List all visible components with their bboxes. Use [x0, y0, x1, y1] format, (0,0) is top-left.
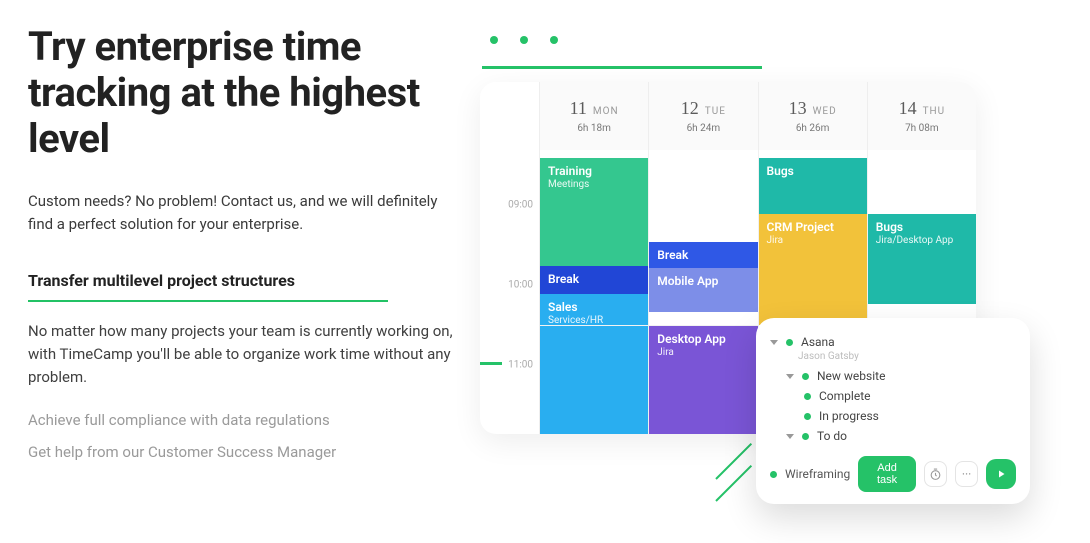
day-name: TUE [705, 106, 726, 117]
day-name: WED [813, 106, 837, 117]
event-title: CRM Project [767, 220, 859, 235]
tree-project[interactable]: Asana [770, 332, 1016, 352]
day-number: 13 [789, 98, 807, 119]
group-label: New website [817, 369, 885, 383]
event-title: Break [548, 272, 640, 287]
time-gutter: 09:00 10:00 11:00 [480, 150, 540, 434]
event-mobile-app[interactable]: Mobile App [649, 268, 757, 312]
calendar-column-tue: Break Mobile App Desktop App Jira [649, 150, 758, 434]
feature-active-description: No matter how many projects your team is… [28, 320, 460, 390]
event-title: Sales [548, 300, 640, 315]
event-subtitle: Services/HR [548, 315, 640, 328]
calendar-column-mon: Training Meetings Break Sales Services/H… [540, 150, 649, 434]
event-training[interactable]: Training Meetings [540, 158, 648, 266]
task-popover: Asana Jason Gatsby New website Complete … [756, 318, 1030, 504]
current-task[interactable]: Wireframing [770, 467, 850, 481]
time-label: 09:00 [508, 200, 533, 211]
project-owner: Jason Gatsby [798, 351, 1016, 362]
status-dot-icon [804, 393, 811, 400]
event-subtitle: Jira/Desktop App [876, 235, 968, 248]
day-number: 11 [570, 98, 587, 119]
feature-item-csm[interactable]: Get help from our Customer Success Manag… [28, 443, 460, 461]
event-title: Training [548, 164, 640, 179]
calendar-day-wed[interactable]: 13 WED 6h 26m [759, 82, 868, 150]
day-name: MON [593, 106, 619, 117]
calendar-day-tue[interactable]: 12 TUE 6h 24m [649, 82, 758, 150]
day-duration: 6h 18m [577, 123, 611, 134]
play-button[interactable] [986, 459, 1016, 489]
add-task-button[interactable]: Add task [858, 456, 916, 492]
more-button[interactable]: ··· [955, 461, 978, 487]
todo-label: To do [817, 429, 847, 443]
event-title: Desktop App [657, 332, 749, 347]
tree-group[interactable]: New website [770, 366, 1016, 386]
status-dot-icon [802, 433, 809, 440]
item-label: Complete [819, 389, 871, 403]
status-dot-icon [786, 339, 793, 346]
status-dot-icon [770, 471, 777, 478]
subheadline: Custom needs? No problem! Contact us, an… [28, 190, 448, 237]
event-bugs[interactable]: Bugs Jira/Desktop App [868, 214, 976, 304]
decorative-diagonal [716, 478, 760, 522]
feature-item-compliance[interactable]: Achieve full compliance with data regula… [28, 411, 460, 429]
chevron-down-icon [786, 374, 794, 379]
headline: Try enterprise time tracking at the high… [28, 24, 460, 162]
event-break[interactable]: Break [649, 242, 757, 268]
day-number: 14 [899, 98, 917, 119]
calendar-day-mon[interactable]: 11 MON 6h 18m [540, 82, 649, 150]
event-subtitle: Jira [767, 235, 859, 248]
status-dot-icon [802, 373, 809, 380]
day-name: THU [923, 106, 946, 117]
timer-icon[interactable] [924, 461, 947, 487]
event-title: Mobile App [657, 274, 749, 289]
event-subtitle: Jira [657, 347, 749, 360]
chevron-down-icon [786, 434, 794, 439]
time-label: 11:00 [508, 360, 533, 371]
event-break[interactable]: Break [540, 266, 648, 294]
chevron-down-icon [770, 340, 778, 345]
tree-todo[interactable]: To do [770, 426, 1016, 446]
event-title: Bugs [767, 164, 859, 179]
calendar-day-thu[interactable]: 14 THU 7h 08m [868, 82, 976, 150]
tree-item-complete[interactable]: Complete [770, 386, 1016, 406]
event-title: Bugs [876, 220, 968, 235]
day-number: 12 [681, 98, 699, 119]
event-bugs[interactable]: Bugs [759, 158, 867, 214]
event-subtitle: Meetings [548, 179, 640, 192]
status-dot-icon [804, 413, 811, 420]
event-sales[interactable]: Sales Services/HR [540, 294, 648, 434]
day-duration: 7h 08m [905, 123, 939, 134]
item-label: In progress [819, 409, 879, 423]
event-title: Break [657, 248, 749, 263]
day-duration: 6h 24m [687, 123, 721, 134]
feature-active-title[interactable]: Transfer multilevel project structures [28, 271, 388, 302]
event-desktop-app[interactable]: Desktop App Jira [649, 326, 757, 434]
current-time-indicator [480, 362, 502, 365]
project-label: Asana [801, 335, 835, 349]
decorative-dots [490, 36, 558, 44]
tree-item-inprogress[interactable]: In progress [770, 406, 1016, 426]
current-task-label: Wireframing [785, 467, 850, 481]
day-duration: 6h 26m [796, 123, 830, 134]
time-label: 10:00 [508, 280, 533, 291]
decorative-line [482, 66, 762, 69]
